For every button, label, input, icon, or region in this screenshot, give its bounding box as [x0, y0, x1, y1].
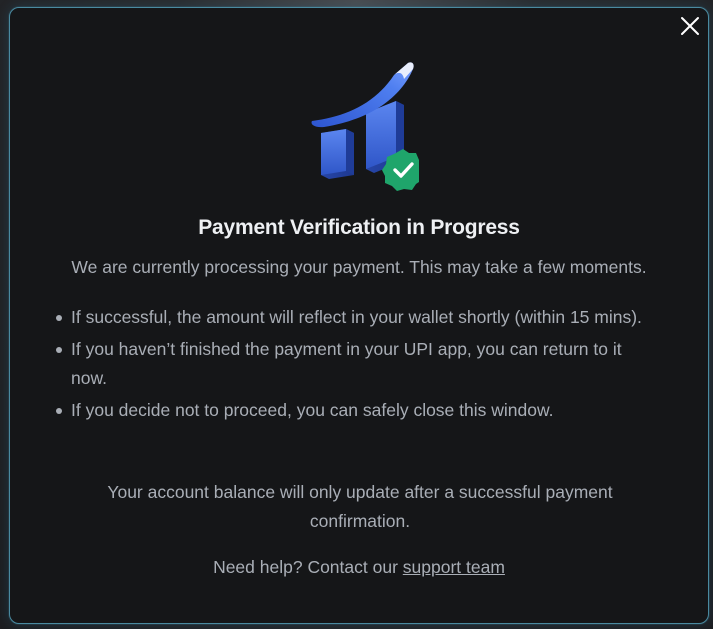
- modal-subtitle: We are currently processing your payment…: [71, 257, 647, 277]
- payment-verification-modal: Payment Verification in Progress We are …: [9, 7, 709, 624]
- modal-title: Payment Verification in Progress: [198, 216, 520, 239]
- bullet-text: If you decide not to proceed, you can sa…: [71, 400, 554, 420]
- bullet-text: If successful, the amount will reflect i…: [71, 307, 642, 327]
- help-prefix-text: Need help? Contact our: [213, 557, 403, 577]
- close-button[interactable]: [678, 14, 702, 38]
- bullet-dot-icon: [56, 408, 62, 414]
- help-line: Need help? Contact our support team: [10, 557, 708, 578]
- support-team-link[interactable]: support team: [403, 557, 505, 577]
- growth-chart-with-check-badge-icon: [304, 53, 424, 193]
- close-icon[interactable]: [678, 14, 702, 38]
- bullet-dot-icon: [56, 347, 62, 353]
- bullet-dot-icon: [56, 315, 62, 321]
- bullet-item: If you haven’t finished the payment in y…: [54, 335, 654, 393]
- balance-note: Your account balance will only update af…: [107, 482, 613, 531]
- bullet-text: If you haven’t finished the payment in y…: [71, 339, 622, 388]
- info-bullet-list: If successful, the amount will reflect i…: [54, 303, 654, 428]
- bullet-item: If you decide not to proceed, you can sa…: [54, 396, 654, 425]
- bullet-item: If successful, the amount will reflect i…: [54, 303, 654, 332]
